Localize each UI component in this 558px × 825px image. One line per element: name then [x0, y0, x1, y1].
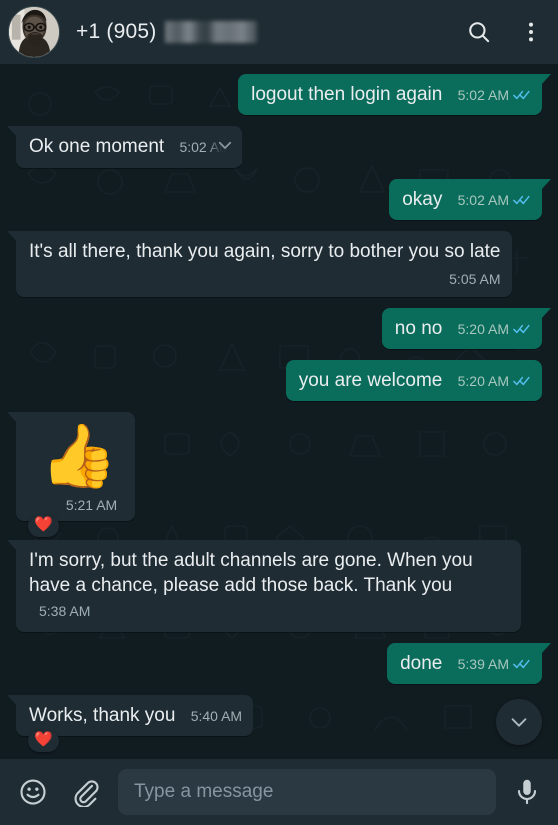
message-meta: 5:38 AM	[39, 602, 90, 621]
message-time: 5:38 AM	[39, 603, 91, 620]
message-text: Ok one moment	[29, 136, 165, 158]
search-icon[interactable]	[466, 19, 492, 45]
message-text: It's all there, thank you again, sorry t…	[29, 240, 501, 262]
chevron-down-icon	[511, 718, 527, 727]
read-receipt-double-check-icon	[513, 89, 531, 101]
message-bubble-outgoing[interactable]: no no 5:20 AM	[381, 307, 552, 349]
message-bubble-outgoing[interactable]: logout then login again 5:02 AM	[238, 74, 551, 116]
message-meta: 5:02 AM	[458, 191, 531, 210]
thumbs-up-emoji: 👍	[40, 422, 118, 492]
read-receipt-double-check-icon	[513, 323, 531, 335]
message-bubble-outgoing[interactable]: done 5:39 AM	[387, 642, 551, 684]
message-row: okay 5:02 AM	[16, 178, 551, 220]
message-text: no no	[394, 317, 443, 339]
avatar[interactable]	[8, 6, 60, 58]
message-text: you are welcome	[298, 369, 443, 391]
chat-header: +1 (905)	[0, 0, 558, 64]
message-row: you are welcome 5:20 AM	[16, 359, 542, 402]
message-bubble-wrap: 👍 5:21 AM ❤️	[6, 412, 136, 537]
redacted-number-blur	[165, 21, 258, 43]
message-bubble-wrap: I'm sorry, but the adult channels are go…	[7, 539, 521, 632]
message-time: 5:20 AM	[457, 372, 509, 389]
message-text: logout then login again	[251, 84, 443, 105]
message-row: It's all there, thank you again, sorry t…	[7, 230, 542, 297]
read-receipt-double-check-icon	[513, 375, 531, 387]
read-receipt-double-check-icon	[513, 658, 531, 670]
overflow-menu-icon[interactable]	[518, 19, 544, 45]
message-meta: 5:39 AM	[458, 655, 531, 674]
message-meta: 5:20 AM	[458, 320, 531, 339]
message-composer	[0, 759, 558, 825]
message-context-menu-button[interactable]	[207, 126, 242, 165]
contact-title[interactable]: +1 (905)	[76, 20, 466, 44]
paperclip-icon[interactable]	[70, 777, 100, 807]
message-bubble-wrap: no no 5:20 AM	[381, 307, 552, 349]
microphone-icon[interactable]	[512, 777, 542, 807]
message-row: done 5:39 AM	[16, 642, 551, 684]
scroll-to-bottom-button[interactable]	[496, 699, 542, 745]
contact-name: +1 (905)	[76, 20, 157, 43]
message-time: 5:05 AM	[449, 271, 501, 288]
reaction-badge-heart[interactable]: ❤️	[28, 515, 59, 537]
message-text: I'm sorry, but the adult channels are go…	[29, 549, 473, 597]
message-list: logout then login again 5:02 AM Ok one m…	[0, 72, 558, 753]
message-time: 5:20 AM	[457, 320, 509, 337]
message-row: no no 5:20 AM	[16, 307, 552, 349]
message-meta: 5:40 AM	[191, 707, 242, 726]
chat-app: +1 (905) logout then login again 5:02 AM…	[0, 0, 558, 825]
message-row: I'm sorry, but the adult channels are go…	[7, 539, 542, 632]
message-row: Works, thank you 5:40 AM ❤️	[6, 694, 542, 753]
read-receipt-double-check-icon	[513, 194, 531, 206]
message-bubble-incoming[interactable]: Ok one moment 5:02 AM	[7, 126, 242, 168]
message-meta: 5:02 AM	[458, 86, 531, 105]
message-text: done	[400, 652, 443, 674]
message-bubble-incoming[interactable]: I'm sorry, but the adult channels are go…	[7, 539, 521, 632]
message-bubble-outgoing[interactable]: okay 5:02 AM	[389, 178, 551, 220]
message-scroll-area[interactable]: logout then login again 5:02 AM Ok one m…	[0, 64, 558, 759]
message-row: 👍 5:21 AM ❤️	[6, 412, 542, 537]
message-bubble-wrap: okay 5:02 AM	[389, 178, 551, 220]
message-bubble-wrap: Ok one moment 5:02 AM	[7, 126, 242, 168]
emoji-smiley-icon[interactable]	[18, 777, 48, 807]
message-bubble-outgoing[interactable]: you are welcome 5:20 AM	[285, 359, 542, 402]
header-actions	[466, 19, 544, 45]
message-bubble-wrap: Works, thank you 5:40 AM ❤️	[6, 694, 254, 753]
message-meta: 5:20 AM	[458, 372, 531, 391]
message-time: 5:39 AM	[457, 655, 509, 672]
message-input[interactable]	[134, 781, 480, 803]
message-bubble-wrap: done 5:39 AM	[387, 642, 551, 684]
message-bubble-incoming[interactable]: It's all there, thank you again, sorry t…	[7, 230, 512, 297]
message-bubble-incoming-emoji[interactable]: 👍 5:21 AM	[6, 412, 136, 521]
message-row: logout then login again 5:02 AM	[16, 74, 551, 116]
message-text: Works, thank you	[29, 704, 176, 726]
message-row: Ok one moment 5:02 AM	[7, 126, 542, 168]
message-time: 5:02 AM	[457, 191, 509, 208]
message-text: okay	[402, 188, 443, 210]
message-bubble-wrap: logout then login again 5:02 AM	[238, 74, 551, 116]
message-bubble-wrap: you are welcome 5:20 AM	[285, 359, 542, 402]
message-time: 5:02 AM	[457, 87, 509, 103]
message-input-container[interactable]	[118, 769, 496, 815]
message-time: 5:21 AM	[65, 497, 118, 514]
message-meta: 5:21 AM	[34, 496, 117, 515]
message-bubble-wrap: It's all there, thank you again, sorry t…	[7, 230, 512, 297]
message-time: 5:40 AM	[190, 707, 243, 724]
reaction-badge-heart[interactable]: ❤️	[28, 730, 59, 753]
message-meta: 5:05 AM	[29, 270, 501, 289]
